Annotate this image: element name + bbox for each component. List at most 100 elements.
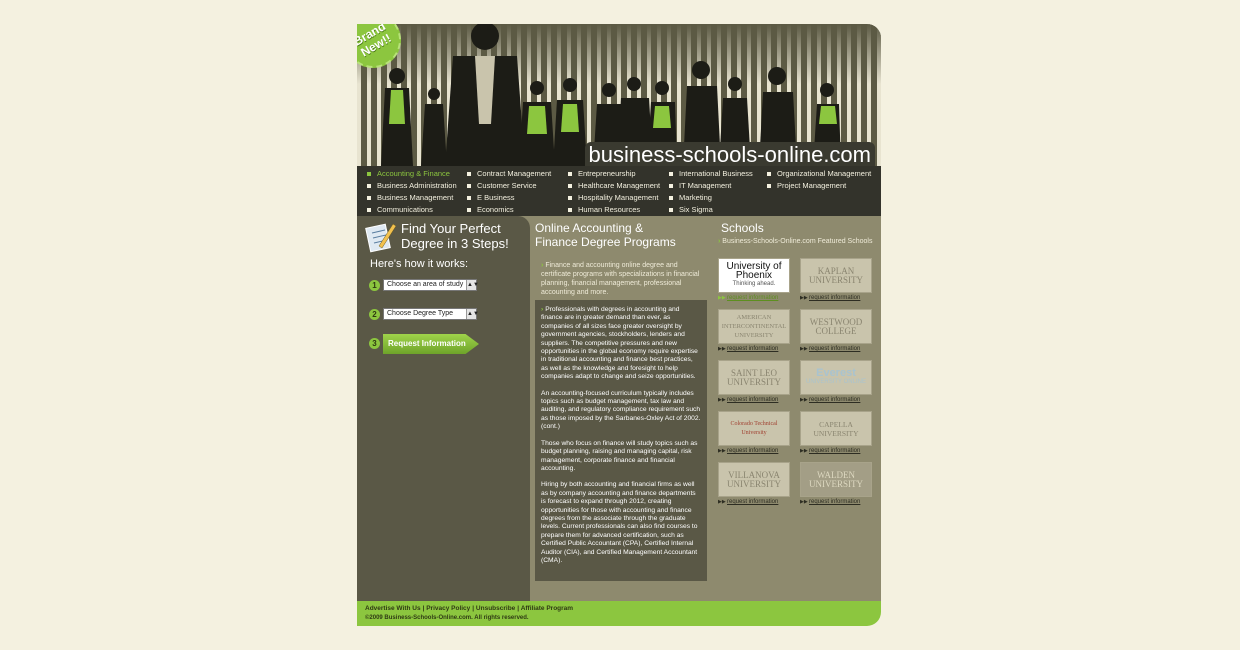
step-number: 3 xyxy=(369,338,380,349)
footer-link-unsubscribe[interactable]: Unsubscribe xyxy=(476,605,515,612)
request-information-link[interactable]: request information xyxy=(800,295,860,301)
school-logo[interactable]: VILLANOVA UNIVERSITY xyxy=(718,462,790,497)
request-information-link[interactable]: request information xyxy=(718,346,778,352)
school-logo[interactable]: KAPLAN UNIVERSITY xyxy=(800,258,872,293)
dropdown-arrow-icon: ▲▼ xyxy=(466,280,479,290)
footer-link-advertise[interactable]: Advertise With Us xyxy=(365,605,421,612)
article-title: Online Accounting & Finance Degree Progr… xyxy=(535,221,676,249)
bullet-icon xyxy=(568,171,572,176)
footer-link-privacy[interactable]: Privacy Policy xyxy=(426,605,470,612)
request-information-link[interactable]: request information xyxy=(800,346,860,352)
bullet-icon xyxy=(568,183,572,188)
how-it-works-label: Here's how it works: xyxy=(370,258,469,270)
bullet-icon xyxy=(467,183,471,188)
arrow-bullet-icon: › xyxy=(541,306,544,313)
school-card-phoenix: University of PhoenixThinking ahead. req… xyxy=(718,258,792,304)
degree-finder-panel: Find Your Perfect Degree in 3 Steps! Her… xyxy=(357,216,530,601)
bullet-icon xyxy=(367,183,371,188)
nav-item-project-management[interactable]: Project Management xyxy=(757,180,871,192)
nav-column: Entrepreneurship Healthcare Management H… xyxy=(558,168,660,216)
nav-item-hospitality-management[interactable]: Hospitality Management xyxy=(558,192,660,204)
site-title[interactable]: business-schools-online.com xyxy=(584,142,875,168)
bullet-icon xyxy=(669,207,673,212)
article-paragraph: Those who focus on finance will study to… xyxy=(541,439,698,472)
nav-item-entrepreneurship[interactable]: Entrepreneurship xyxy=(558,168,660,180)
footer-link-affiliate[interactable]: Affiliate Program xyxy=(521,605,573,612)
category-nav: Accounting & Finance Business Administra… xyxy=(357,166,881,216)
bullet-icon xyxy=(467,207,471,212)
article-column: Online Accounting & Finance Degree Progr… xyxy=(535,216,707,581)
bullet-icon xyxy=(767,183,771,188)
school-logo[interactable]: CAPELLA UNIVERSITY xyxy=(800,411,872,446)
request-information-link[interactable]: request information xyxy=(718,295,778,301)
nav-item-communications[interactable]: Communications xyxy=(357,204,457,216)
nav-column: Organizational Management Project Manage… xyxy=(757,168,871,192)
nav-item-healthcare-management[interactable]: Healthcare Management xyxy=(558,180,660,192)
school-logo[interactable]: Everest UNIVERSITY ONLINE xyxy=(800,360,872,395)
school-card-saint-leo: SAINT LEO UNIVERSITY request information xyxy=(718,360,792,406)
footer: Advertise With Us | Privacy Policy | Unsub… xyxy=(357,601,881,626)
school-logo[interactable]: AMERICAN INTERCONTINENTAL UNIVERSITY xyxy=(718,309,790,344)
article-body: › Professionals with degrees in accountin… xyxy=(535,300,707,581)
notepad-pencil-icon xyxy=(365,223,397,253)
step-number: 1 xyxy=(369,280,380,291)
request-information-link[interactable]: request information xyxy=(718,397,778,403)
request-information-link[interactable]: request information xyxy=(718,448,778,454)
article-paragraph: An accounting-focused curriculum typical… xyxy=(541,389,701,431)
area-of-study-select[interactable]: Choose an area of study ▲▼ xyxy=(383,279,479,291)
steps-title: Find Your Perfect Degree in 3 Steps! xyxy=(401,221,509,251)
school-card-ctu: Colorado Technical University request in… xyxy=(718,411,792,457)
bullet-icon xyxy=(367,171,371,176)
bullet-icon xyxy=(367,195,371,200)
bullet-icon xyxy=(568,207,572,212)
request-information-link[interactable]: request information xyxy=(800,448,860,454)
nav-item-human-resources[interactable]: Human Resources xyxy=(558,204,660,216)
school-card-aiu: AMERICAN INTERCONTINENTAL UNIVERSITY req… xyxy=(718,309,792,355)
school-card-walden: WALDEN UNIVERSITY request information xyxy=(800,462,874,508)
bullet-icon xyxy=(467,171,471,176)
article-intro: › Finance and accounting online degree an… xyxy=(541,262,700,296)
nav-item-business-management[interactable]: Business Management xyxy=(357,192,457,204)
nav-item-marketing[interactable]: Marketing xyxy=(659,192,753,204)
footer-links: Advertise With Us | Privacy Policy | Unsub… xyxy=(365,605,574,612)
school-card-capella: CAPELLA UNIVERSITY request information xyxy=(800,411,874,457)
nav-item-e-business[interactable]: E Business xyxy=(457,192,551,204)
header: Brand New!! business-schools-online.com … xyxy=(357,24,881,216)
nav-item-it-management[interactable]: IT Management xyxy=(659,180,753,192)
request-information-link[interactable]: request information xyxy=(800,397,860,403)
nav-item-customer-service[interactable]: Customer Service xyxy=(457,180,551,192)
bullet-icon xyxy=(568,195,572,200)
content-area: Find Your Perfect Degree in 3 Steps! Her… xyxy=(357,216,881,601)
request-information-button[interactable]: Request Information xyxy=(383,334,479,354)
nav-item-business-administration[interactable]: Business Administration xyxy=(357,180,457,192)
schools-column: Schools › Business-Schools-Online.com Fe… xyxy=(718,216,878,505)
request-information-link[interactable]: request information xyxy=(800,499,860,505)
nav-item-six-sigma[interactable]: Six Sigma xyxy=(659,204,753,216)
school-logo[interactable]: SAINT LEO UNIVERSITY xyxy=(718,360,790,395)
school-logo[interactable]: WESTWOOD COLLEGE xyxy=(800,309,872,344)
school-card-westwood: WESTWOOD COLLEGE request information xyxy=(800,309,874,355)
degree-type-select[interactable]: Choose Degree Type ▲▼ xyxy=(383,308,479,320)
step-3: 3 Request Information xyxy=(369,334,529,354)
bullet-icon xyxy=(467,195,471,200)
nav-item-organizational-management[interactable]: Organizational Management xyxy=(757,168,871,180)
school-logo[interactable]: Colorado Technical University xyxy=(718,411,790,446)
school-card-villanova: VILLANOVA UNIVERSITY request information xyxy=(718,462,792,508)
nav-column: Accounting & Finance Business Administra… xyxy=(357,168,457,216)
nav-item-accounting-finance[interactable]: Accounting & Finance xyxy=(357,168,457,180)
school-logo[interactable]: University of Phoenix Thinking ahead. xyxy=(718,258,790,293)
step-1: 1 Choose an area of study ▲▼ xyxy=(369,279,529,295)
schools-title: Schools xyxy=(721,221,764,235)
school-logo[interactable]: WALDEN UNIVERSITY xyxy=(800,462,872,497)
bullet-icon xyxy=(767,171,771,176)
request-information-link[interactable]: request information xyxy=(718,499,778,505)
school-card-everest: EverestUNIVERSITY ONLINE request informa… xyxy=(800,360,874,406)
article-paragraph: › Professionals with degrees in accountin… xyxy=(541,306,698,381)
bullet-icon xyxy=(669,171,673,176)
schools-subtitle: › Business-Schools-Online.com Featured S… xyxy=(718,238,873,245)
dropdown-arrow-icon: ▲▼ xyxy=(466,309,479,319)
nav-item-international-business[interactable]: International Business xyxy=(659,168,753,180)
nav-item-economics[interactable]: Economics xyxy=(457,204,551,216)
nav-item-contract-management[interactable]: Contract Management xyxy=(457,168,551,180)
step-number: 2 xyxy=(369,309,380,320)
